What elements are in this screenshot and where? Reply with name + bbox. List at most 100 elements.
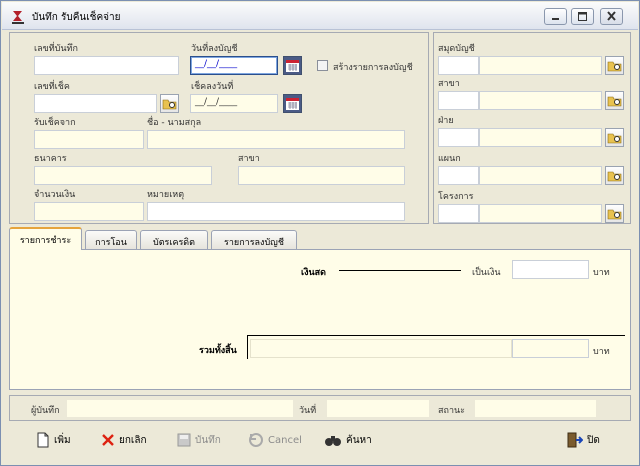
project-label: โครงการ bbox=[438, 192, 474, 202]
section-label: ฝ่าย bbox=[438, 116, 454, 126]
section-code-field[interactable] bbox=[438, 128, 479, 147]
create-entry-checkbox[interactable] bbox=[317, 60, 328, 71]
status-field bbox=[475, 400, 596, 417]
calendar-icon bbox=[286, 60, 299, 72]
minimize-button[interactable] bbox=[544, 8, 567, 25]
total-divider bbox=[247, 335, 625, 336]
book-label: สมุดบัญชี bbox=[438, 44, 475, 54]
bank-field[interactable] bbox=[34, 166, 212, 185]
rp-branch-lookup-button[interactable] bbox=[605, 91, 624, 110]
cash-amount-field[interactable] bbox=[512, 260, 589, 279]
footer-date-label: วันที่ bbox=[299, 406, 317, 416]
create-entry-label: สร้างรายการลงบัญชี bbox=[333, 63, 413, 73]
project-lookup-button[interactable] bbox=[605, 204, 624, 223]
post-date-calendar-button[interactable] bbox=[283, 56, 302, 75]
section-lookup-button[interactable] bbox=[605, 128, 624, 147]
dept-name-field bbox=[479, 166, 602, 185]
cheque-date-label: เช็คลงวันที่ bbox=[191, 82, 234, 92]
remark-field[interactable] bbox=[147, 202, 405, 221]
folder-search-icon bbox=[607, 209, 622, 220]
close-button[interactable]: ปิด bbox=[567, 429, 600, 451]
rp-branch-code-field[interactable] bbox=[438, 91, 479, 110]
branch-field[interactable] bbox=[238, 166, 405, 185]
save-button[interactable]: บันทึก bbox=[177, 429, 221, 451]
close-icon bbox=[607, 11, 616, 21]
tab-transfer[interactable]: การโอน bbox=[85, 230, 137, 249]
project-code-field[interactable] bbox=[438, 204, 479, 223]
name-field[interactable] bbox=[147, 130, 405, 149]
receive-from-field[interactable] bbox=[34, 130, 144, 149]
cancel-doc-label: ยกเลิก bbox=[119, 434, 147, 446]
recorder-label: ผู้บันทึก bbox=[31, 406, 60, 416]
maximize-button[interactable] bbox=[571, 8, 594, 25]
calendar-icon bbox=[286, 98, 299, 110]
close-window-button[interactable] bbox=[600, 8, 623, 25]
rp-branch-label: สาขา bbox=[438, 79, 460, 89]
tab-payment[interactable]: รายการชำระ bbox=[9, 227, 82, 250]
remark-label: หมายเหตุ bbox=[147, 190, 185, 200]
save-button-label: บันทึก bbox=[195, 434, 221, 446]
cash-currency-label: บาท bbox=[593, 268, 610, 278]
dept-label: แผนก bbox=[438, 154, 461, 164]
post-date-field[interactable]: __/__/____ bbox=[190, 56, 278, 75]
cash-divider bbox=[339, 270, 461, 271]
delete-x-icon bbox=[102, 434, 114, 446]
name-label: ชื่อ - นามสกุล bbox=[147, 118, 202, 128]
doc-no-label: เลขที่บันทึก bbox=[34, 44, 78, 54]
folder-search-icon bbox=[607, 96, 622, 107]
window-title: บันทึก รับคืนเช็คจ่าย bbox=[32, 12, 121, 23]
amount-field[interactable] bbox=[34, 202, 144, 221]
add-button-label: เพิ่ม bbox=[54, 434, 71, 446]
cancel-button-label: Cancel bbox=[268, 434, 302, 446]
recorder-field bbox=[67, 400, 293, 417]
cancel-doc-button[interactable]: ยกเลิก bbox=[101, 429, 147, 451]
book-lookup-button[interactable] bbox=[605, 56, 624, 75]
minimize-icon bbox=[552, 18, 559, 20]
total-amount-field bbox=[512, 339, 589, 358]
cheque-date-field[interactable]: __/__/____ bbox=[190, 94, 278, 113]
dept-code-field[interactable] bbox=[438, 166, 479, 185]
dept-lookup-button[interactable] bbox=[605, 166, 624, 185]
new-document-icon bbox=[37, 432, 49, 448]
branch-label: สาขา bbox=[238, 154, 260, 164]
footer-date-field bbox=[327, 400, 429, 417]
binoculars-icon bbox=[325, 436, 341, 446]
total-label: รวมทั้งสิ้น bbox=[199, 346, 237, 356]
book-code-field[interactable] bbox=[438, 56, 479, 75]
folder-search-icon bbox=[162, 99, 177, 110]
book-name-field bbox=[479, 56, 602, 75]
search-button-label: ค้นหา bbox=[346, 434, 372, 446]
rp-branch-name-field bbox=[479, 91, 602, 110]
folder-search-icon bbox=[607, 133, 622, 144]
total-bar bbox=[250, 339, 512, 358]
cheque-date-calendar-button[interactable] bbox=[283, 94, 302, 113]
cheque-no-label: เลขที่เช็ค bbox=[34, 82, 70, 92]
folder-search-icon bbox=[607, 61, 622, 72]
cash-amount-label: เป็นเงิน bbox=[472, 268, 501, 278]
total-divider-left bbox=[247, 335, 248, 359]
section-name-field bbox=[479, 128, 602, 147]
undo-icon bbox=[249, 433, 263, 447]
receive-from-label: รับเช็คจาก bbox=[34, 118, 76, 128]
total-currency-label: บาท bbox=[593, 347, 610, 357]
tab-credit-card[interactable]: บัตรเครดิต bbox=[140, 230, 208, 249]
amount-label: จำนวนเงิน bbox=[34, 190, 76, 200]
status-label: สถานะ bbox=[438, 406, 465, 416]
cash-label: เงินสด bbox=[301, 268, 326, 278]
doc-no-field[interactable] bbox=[34, 56, 179, 75]
title-bar: บันทึก รับคืนเช็คจ่าย bbox=[2, 2, 638, 30]
cheque-lookup-button[interactable] bbox=[160, 94, 179, 113]
app-logo-icon bbox=[12, 11, 24, 24]
tab-gl-entries[interactable]: รายการลงบัญชี bbox=[211, 230, 297, 249]
cancel-button[interactable]: Cancel bbox=[248, 429, 302, 451]
close-button-label: ปิด bbox=[587, 434, 600, 446]
save-disk-icon bbox=[177, 433, 191, 447]
folder-search-icon bbox=[607, 171, 622, 182]
post-date-label: วันที่ลงบัญชี bbox=[191, 44, 238, 54]
cheque-no-field[interactable] bbox=[34, 94, 157, 113]
add-button[interactable]: เพิ่ม bbox=[36, 429, 71, 451]
app-window: บันทึก รับคืนเช็คจ่าย เลขที่บันทึก วันที… bbox=[0, 0, 640, 466]
search-button[interactable]: ค้นหา bbox=[324, 429, 372, 451]
maximize-icon bbox=[578, 12, 587, 21]
exit-door-icon bbox=[567, 432, 583, 448]
